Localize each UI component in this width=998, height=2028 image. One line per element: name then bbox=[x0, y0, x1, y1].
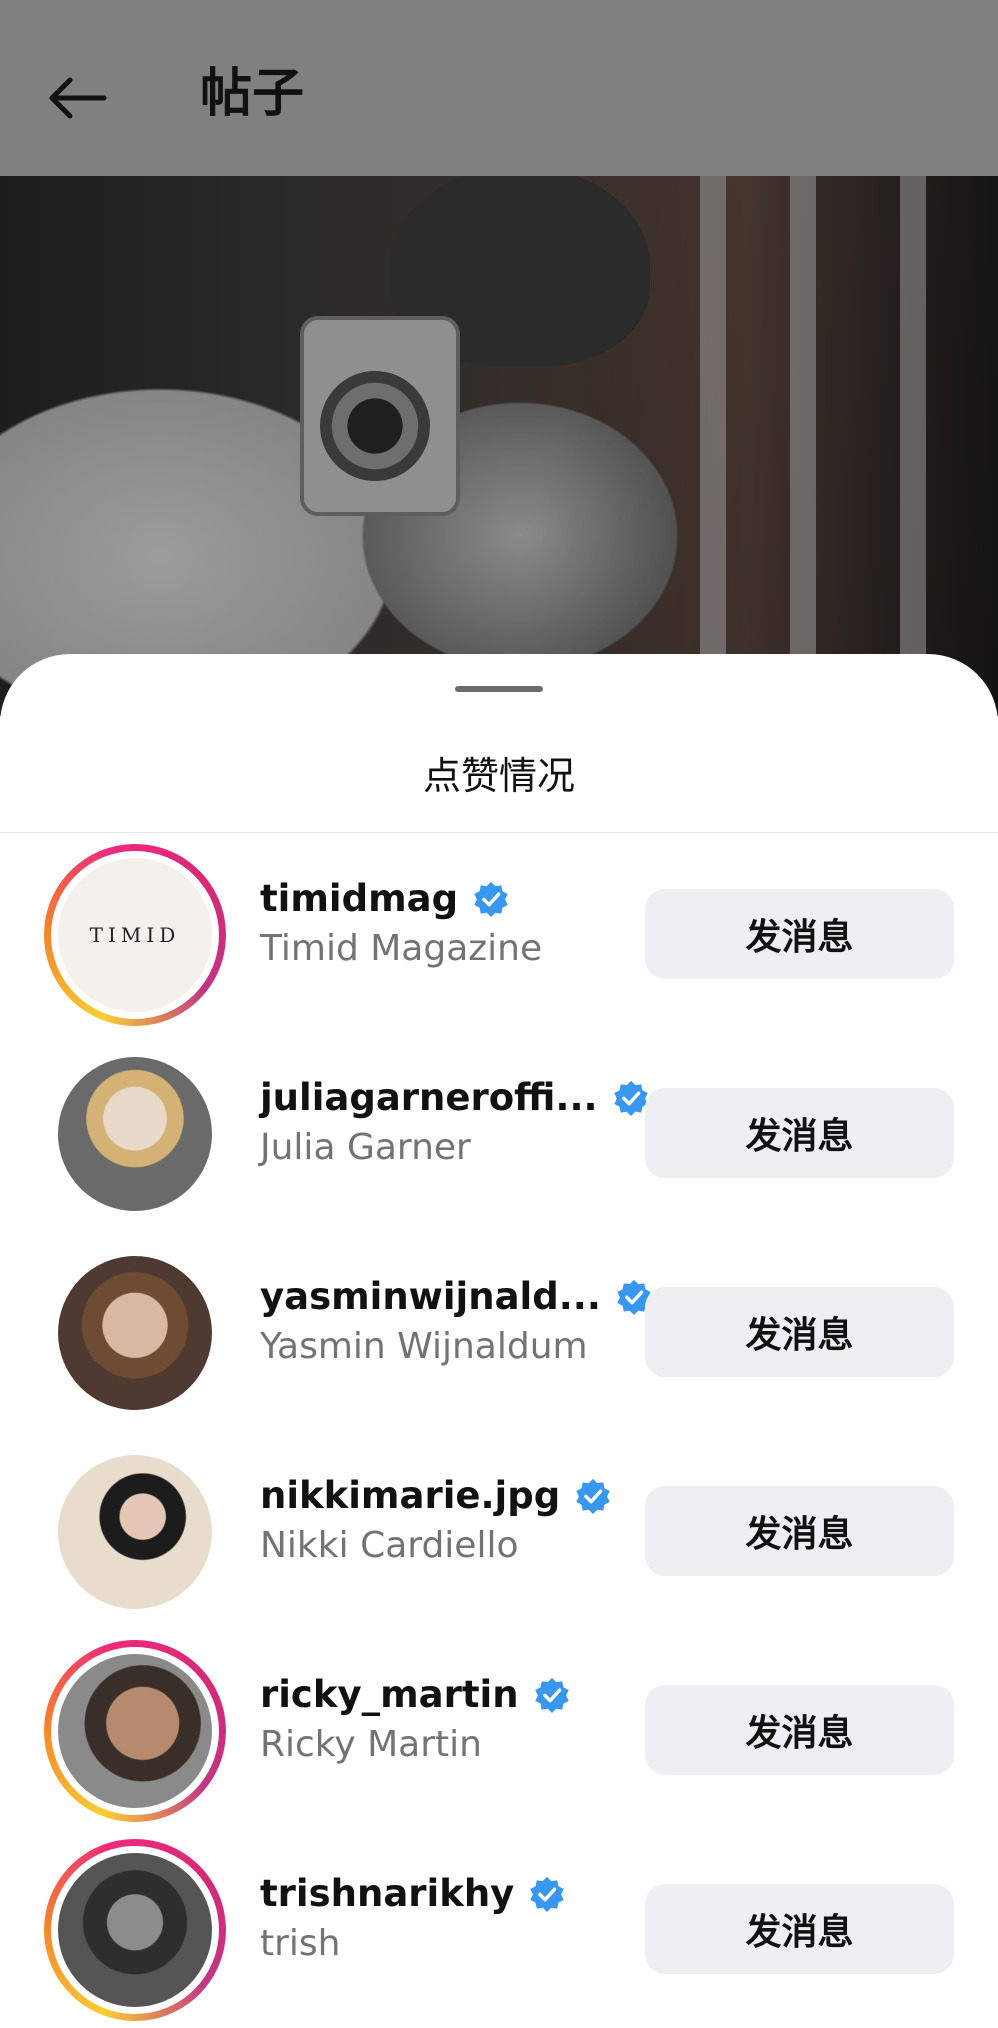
app-bar: 帖子 bbox=[0, 0, 998, 176]
avatar-logo-text: TIMID bbox=[89, 923, 181, 947]
full-name: Nikki Cardiello bbox=[260, 1525, 519, 1566]
background-window bbox=[900, 176, 926, 716]
list-item[interactable]: ricky_martin Ricky Martin 发消息 bbox=[0, 1630, 998, 1829]
verified-badge-icon bbox=[613, 1080, 648, 1117]
full-name: trish bbox=[260, 1923, 341, 1964]
message-button[interactable]: 发消息 bbox=[645, 1486, 954, 1576]
message-button[interactable]: 发消息 bbox=[645, 1685, 954, 1775]
story-ring[interactable]: TIMID bbox=[44, 844, 226, 1026]
post-image[interactable] bbox=[0, 176, 998, 716]
avatar: TIMID bbox=[58, 858, 212, 1012]
username[interactable]: ricky_martin bbox=[260, 1670, 519, 1720]
list-item[interactable]: juliagarneroffi... Julia Garner 发消息 bbox=[0, 1033, 998, 1232]
avatar-container[interactable] bbox=[44, 1043, 226, 1225]
avatar bbox=[58, 1853, 212, 2007]
divider bbox=[0, 832, 998, 833]
full-name: Timid Magazine bbox=[260, 928, 543, 969]
username[interactable]: timidmag bbox=[260, 874, 458, 924]
back-button[interactable] bbox=[40, 62, 112, 134]
screen: 帖子 点赞情况 TIMID timidmag Timid Magazine 发消… bbox=[0, 0, 998, 2028]
sheet-drag-handle[interactable] bbox=[455, 686, 543, 692]
list-item[interactable]: nikkimarie.jpg Nikki Cardiello 发消息 bbox=[0, 1431, 998, 1630]
photo-camera-lens bbox=[320, 371, 430, 481]
avatar bbox=[58, 1256, 212, 1410]
avatar-container[interactable] bbox=[44, 1242, 226, 1424]
story-ring[interactable] bbox=[44, 1839, 226, 2021]
list-item[interactable]: TIMID timidmag Timid Magazine 发消息 bbox=[0, 834, 998, 1033]
likes-bottom-sheet: 点赞情况 TIMID timidmag Timid Magazine 发消息 j… bbox=[0, 654, 998, 2028]
likes-list: TIMID timidmag Timid Magazine 发消息 juliag… bbox=[0, 834, 998, 2028]
message-button[interactable]: 发消息 bbox=[645, 1287, 954, 1377]
username[interactable]: trishnarikhy bbox=[260, 1869, 514, 1919]
avatar-container[interactable] bbox=[44, 1441, 226, 1623]
story-ring[interactable] bbox=[44, 1640, 226, 1822]
list-item[interactable]: yasminwijnald... Yasmin Wijnaldum 发消息 bbox=[0, 1232, 998, 1431]
verified-badge-icon bbox=[534, 1677, 569, 1714]
background-window bbox=[700, 176, 726, 716]
full-name: Yasmin Wijnaldum bbox=[260, 1326, 588, 1367]
message-button[interactable]: 发消息 bbox=[645, 889, 954, 979]
message-button[interactable]: 发消息 bbox=[645, 1088, 954, 1178]
username[interactable]: nikkimarie.jpg bbox=[260, 1471, 560, 1521]
page-title: 帖子 bbox=[200, 64, 305, 124]
sheet-title: 点赞情况 bbox=[422, 754, 575, 798]
full-name: Julia Garner bbox=[260, 1127, 471, 1168]
message-button[interactable]: 发消息 bbox=[645, 1884, 954, 1974]
verified-badge-icon bbox=[530, 1876, 565, 1913]
username[interactable]: yasminwijnald... bbox=[260, 1272, 601, 1322]
list-item[interactable]: trishnarikhy trish 发消息 bbox=[0, 1829, 998, 2028]
full-name: Ricky Martin bbox=[260, 1724, 482, 1765]
avatar bbox=[58, 1654, 212, 1808]
avatar bbox=[58, 1057, 212, 1211]
arrow-left-icon bbox=[49, 77, 107, 119]
avatar bbox=[58, 1455, 212, 1609]
verified-badge-icon bbox=[576, 1478, 610, 1515]
username[interactable]: juliagarneroffi... bbox=[260, 1073, 598, 1123]
verified-badge-icon bbox=[474, 881, 508, 918]
background-window bbox=[790, 176, 816, 716]
